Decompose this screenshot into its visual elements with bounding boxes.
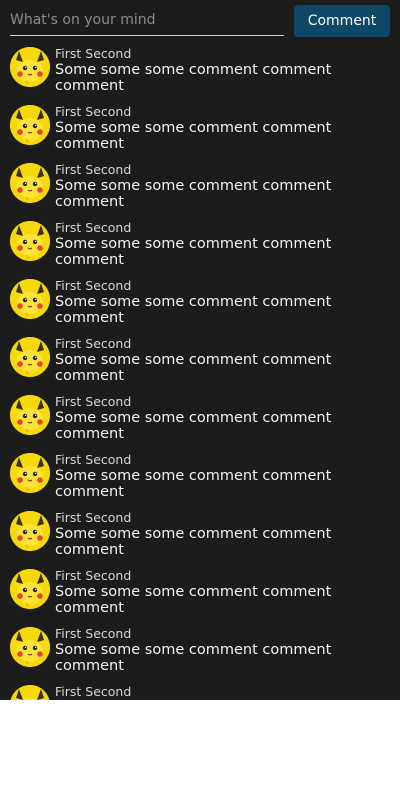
comment-item: First Second Some some some comment comm… xyxy=(0,336,400,394)
avatar[interactable] xyxy=(10,279,50,319)
comment-text: Some some some comment comment comment xyxy=(55,526,332,558)
avatar[interactable] xyxy=(10,221,50,261)
comment-author[interactable]: First Second xyxy=(55,568,131,584)
pikachu-face-icon xyxy=(10,395,50,435)
pikachu-face-icon xyxy=(10,511,50,551)
avatar[interactable] xyxy=(10,337,50,377)
avatar[interactable] xyxy=(10,47,50,87)
comment-item: First Second Some some some comment comm… xyxy=(0,104,400,162)
avatar[interactable] xyxy=(10,395,50,435)
comment-text: Some some some comment comment comment xyxy=(55,468,332,500)
pikachu-face-icon xyxy=(10,337,50,377)
comment-author[interactable]: First Second xyxy=(55,510,131,526)
comment-text: Some some some comment comment comment xyxy=(55,410,332,442)
pikachu-face-icon xyxy=(10,569,50,609)
comment-list: First Second Some some some comment comm… xyxy=(0,46,400,700)
avatar[interactable] xyxy=(10,685,50,700)
comment-composer: Comment xyxy=(0,0,400,42)
pikachu-face-icon xyxy=(10,163,50,203)
comment-author[interactable]: First Second xyxy=(55,684,131,700)
avatar[interactable] xyxy=(10,453,50,493)
pikachu-face-icon xyxy=(10,279,50,319)
comment-text: Some some some comment comment comment xyxy=(55,294,332,326)
comment-item: First Second Some some some comment comm… xyxy=(0,220,400,278)
comment-submit-button[interactable]: Comment xyxy=(294,5,390,37)
avatar[interactable] xyxy=(10,569,50,609)
comment-text: Some some some comment comment comment xyxy=(55,120,332,152)
comment-author[interactable]: First Second xyxy=(55,278,131,294)
comment-input[interactable] xyxy=(10,7,284,36)
pikachu-face-icon xyxy=(10,105,50,145)
pikachu-face-icon xyxy=(10,221,50,261)
comment-text: Some some some comment comment comment xyxy=(55,584,332,616)
comment-text: Some some some comment comment comment xyxy=(55,178,332,210)
comment-item: First Second Some some some comment comm… xyxy=(0,278,400,336)
comment-item: First Second Some some some comment comm… xyxy=(0,162,400,220)
comment-item: First Second Some some some comment comm… xyxy=(0,568,400,626)
comment-text: Some some some comment comment comment xyxy=(55,352,332,384)
comment-author[interactable]: First Second xyxy=(55,394,131,410)
comment-author[interactable]: First Second xyxy=(55,336,131,352)
comment-author[interactable]: First Second xyxy=(55,104,131,120)
comment-item: First Second Some some some comment comm… xyxy=(0,394,400,452)
comment-item: First Second xyxy=(0,684,400,700)
avatar[interactable] xyxy=(10,511,50,551)
comment-item: First Second Some some some comment comm… xyxy=(0,510,400,568)
avatar[interactable] xyxy=(10,105,50,145)
comment-item: First Second Some some some comment comm… xyxy=(0,46,400,104)
comments-app: Comment First Second xyxy=(0,0,400,700)
avatar[interactable] xyxy=(10,163,50,203)
pikachu-face-icon xyxy=(10,453,50,493)
comment-item: First Second Some some some comment comm… xyxy=(0,452,400,510)
avatar[interactable] xyxy=(10,627,50,667)
comment-author[interactable]: First Second xyxy=(55,626,131,642)
comment-author[interactable]: First Second xyxy=(55,452,131,468)
comment-text: Some some some comment comment comment xyxy=(55,62,332,94)
pikachu-face-icon xyxy=(10,47,50,87)
pikachu-face-icon xyxy=(10,627,50,667)
comment-author[interactable]: First Second xyxy=(55,162,131,178)
pikachu-face-icon xyxy=(10,685,50,700)
comment-text: Some some some comment comment comment xyxy=(55,236,332,268)
comment-text: Some some some comment comment comment xyxy=(55,642,332,674)
comment-author[interactable]: First Second xyxy=(55,46,131,62)
comment-item: First Second Some some some comment comm… xyxy=(0,626,400,684)
comment-author[interactable]: First Second xyxy=(55,220,131,236)
